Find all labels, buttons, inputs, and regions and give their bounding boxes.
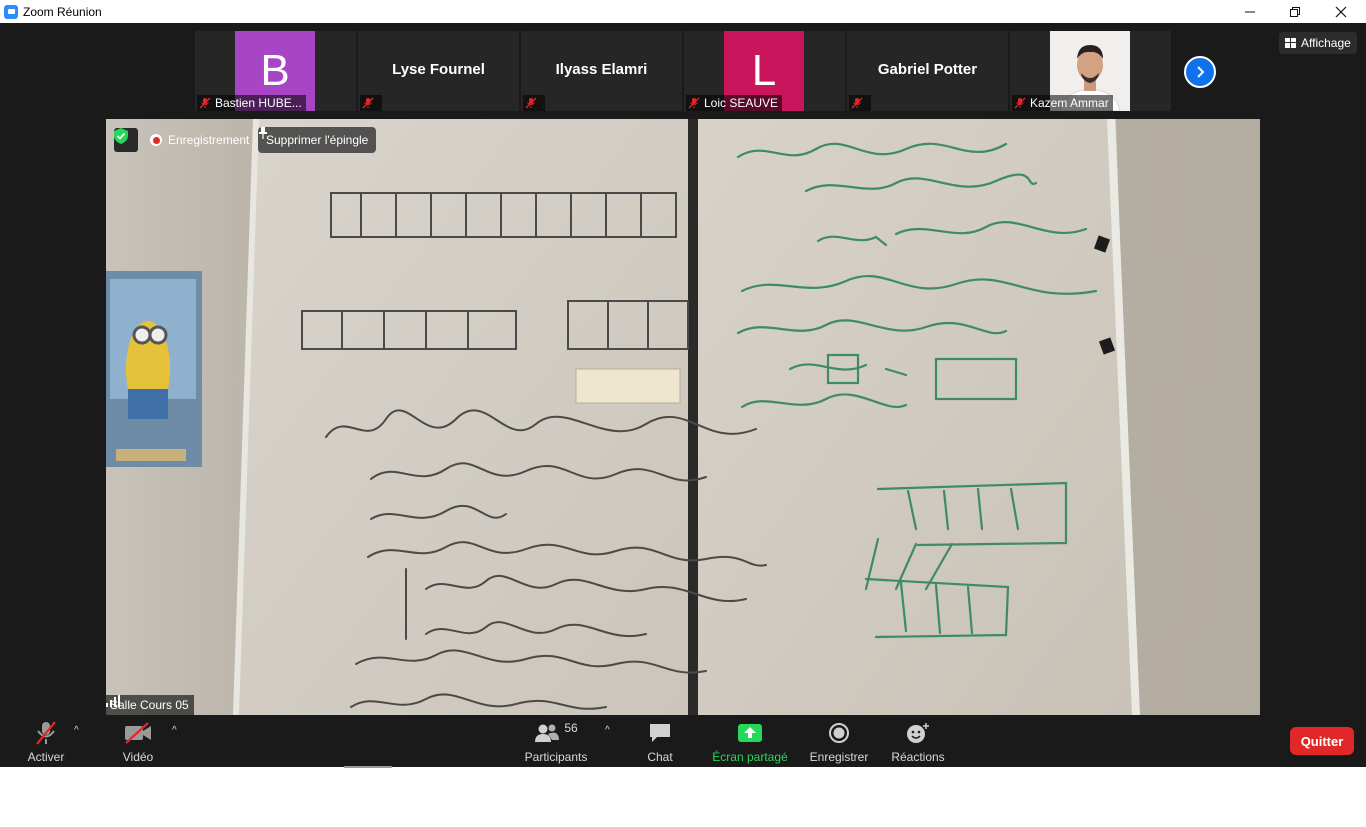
participant-tile[interactable]: Gabriel Potter: [847, 31, 1008, 111]
participant-display-name: Ilyass Elamri: [555, 61, 648, 78]
reactions-label: Réactions: [891, 750, 945, 764]
video-off-icon: [125, 722, 151, 744]
record-label: Enregistrer: [809, 750, 869, 764]
participant-display-name: Lyse Fournel: [392, 61, 485, 78]
share-screen-label: Écran partagé: [712, 750, 788, 764]
restore-button[interactable]: [1272, 0, 1318, 23]
muted-mic-icon: [688, 97, 700, 109]
muted-mic-icon: [525, 97, 537, 109]
zoom-window: Zoom Réunion B Bastien HUBE... Lyse Four…: [0, 0, 1366, 827]
chat-button[interactable]: Chat: [640, 715, 680, 767]
participant-label: [523, 95, 545, 111]
unmute-button[interactable]: Activer: [22, 715, 70, 767]
share-screen-button[interactable]: Écran partagé: [710, 715, 790, 767]
speaker-name: Salle Cours 05: [110, 698, 189, 712]
participants-icon: [535, 724, 560, 742]
share-screen-icon: [738, 724, 762, 742]
speaker-label: Salle Cours 05: [106, 695, 194, 715]
audio-options-caret-icon[interactable]: ^: [74, 725, 79, 736]
grid-icon: [1285, 38, 1296, 48]
meeting-area: B Bastien HUBE... Lyse Fournel Ilyass El…: [0, 23, 1366, 715]
participants-options-caret-icon[interactable]: ^: [605, 725, 610, 736]
participant-label: [360, 95, 382, 111]
zoom-app-icon: [4, 4, 18, 19]
participant-label: Loic SEAUVE: [686, 95, 783, 111]
close-icon: [1335, 6, 1347, 17]
participant-tile[interactable]: Lyse Fournel: [358, 31, 519, 111]
muted-mic-icon: [199, 97, 211, 109]
view-button[interactable]: Affichage: [1279, 32, 1357, 54]
chat-label: Chat: [647, 750, 673, 764]
security-badge[interactable]: [114, 128, 138, 152]
reactions-button[interactable]: Réactions: [888, 715, 948, 767]
whiteboard-video-frame: [106, 119, 1260, 715]
record-icon: [829, 723, 849, 743]
quit-button[interactable]: Quitter: [1290, 727, 1354, 755]
window-bottom-area: [0, 767, 1366, 827]
reactions-icon: [907, 723, 929, 743]
chat-icon: [650, 724, 670, 742]
video-label: Vidéo: [122, 750, 154, 764]
toolbar-handle: [344, 766, 392, 768]
participant-label: Bastien HUBE...: [197, 95, 306, 111]
unpin-button[interactable]: Supprimer l'épingle: [258, 127, 377, 153]
gallery-strip: B Bastien HUBE... Lyse Fournel Ilyass El…: [195, 31, 1171, 111]
participant-display-name: Gabriel Potter: [877, 61, 978, 78]
participant-name: Bastien HUBE...: [215, 96, 302, 110]
recording-indicator: Enregistrement: [144, 129, 255, 151]
meeting-toolbar: Activer ^ Vidéo ^ 56 Participants ^ Chat: [0, 715, 1366, 767]
participant-name: Kazem Ammar: [1030, 96, 1109, 110]
minimize-button[interactable]: [1227, 0, 1273, 23]
participants-button[interactable]: 56 Participants: [520, 715, 592, 767]
restore-icon: [1290, 6, 1300, 17]
pin-icon: [259, 127, 267, 139]
chevron-right-icon: [1197, 66, 1205, 78]
next-page-button[interactable]: [1184, 56, 1216, 88]
main-video[interactable]: Enregistrement Supprimer l'épingle Salle…: [106, 119, 1260, 715]
video-options-caret-icon[interactable]: ^: [172, 725, 177, 736]
view-button-label: Affichage: [1301, 36, 1351, 50]
recording-dot-icon: [150, 134, 162, 146]
participants-count: 56: [564, 721, 578, 735]
participant-tile[interactable]: Kazem Ammar: [1010, 31, 1171, 111]
muted-mic-icon: [36, 721, 56, 745]
record-button[interactable]: Enregistrer: [808, 715, 870, 767]
muted-mic-icon: [362, 97, 374, 109]
participant-tile[interactable]: Ilyass Elamri: [521, 31, 682, 111]
title-bar: Zoom Réunion: [0, 0, 1366, 23]
participant-name: Loic SEAUVE: [704, 96, 779, 110]
close-button[interactable]: [1318, 0, 1364, 23]
participant-label: Kazem Ammar: [1012, 95, 1113, 111]
recording-label: Enregistrement: [168, 133, 250, 147]
participants-label: Participants: [524, 750, 588, 764]
window-title: Zoom Réunion: [23, 4, 102, 19]
signal-bars-icon: [106, 695, 120, 707]
muted-mic-icon: [851, 97, 863, 109]
participant-tile[interactable]: B Bastien HUBE...: [195, 31, 356, 111]
participant-label: [849, 95, 871, 111]
unpin-label: Supprimer l'épingle: [266, 133, 369, 147]
muted-mic-icon: [1014, 97, 1026, 109]
shield-check-icon: [114, 128, 128, 144]
participant-tile[interactable]: L Loic SEAUVE: [684, 31, 845, 111]
unmute-label: Activer: [27, 750, 65, 764]
minimize-icon: [1245, 11, 1255, 12]
video-button[interactable]: Vidéo: [114, 715, 162, 767]
